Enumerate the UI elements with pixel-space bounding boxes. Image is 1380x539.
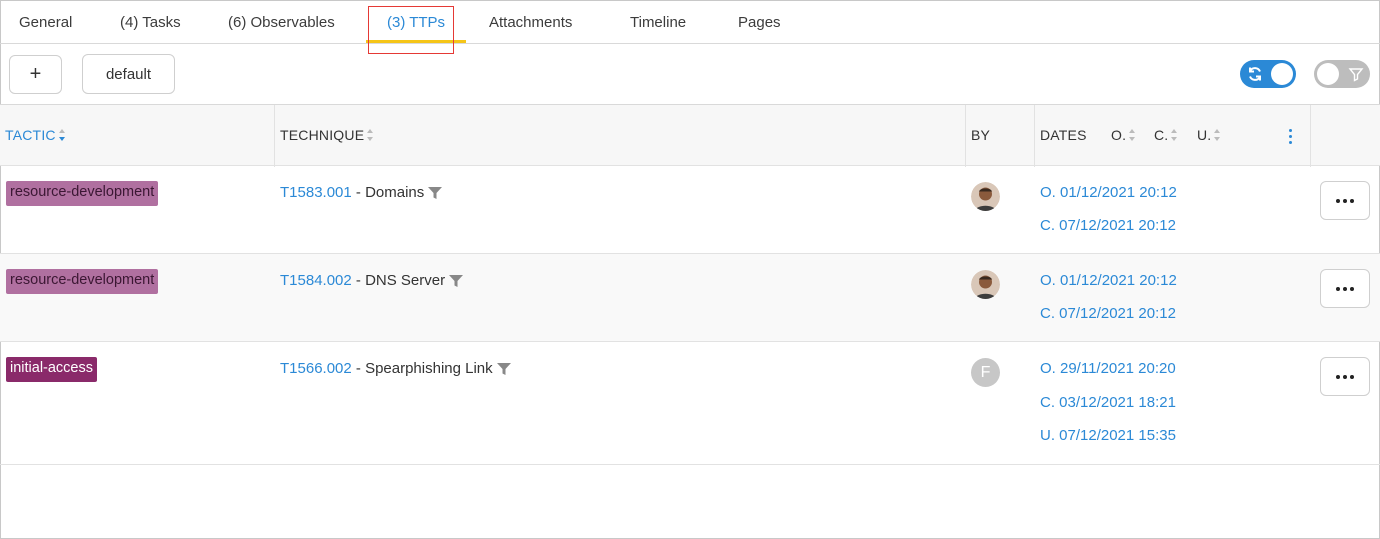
table-row: resource-development T1583.001 - Domains… <box>0 166 1380 254</box>
toggle-knob <box>1317 63 1339 85</box>
column-header-technique[interactable]: TECHNIQUE <box>280 127 374 143</box>
date-occurred-label: O. <box>1111 127 1127 143</box>
tactic-tag: initial-access <box>6 357 97 382</box>
technique-name: - DNS Server <box>351 272 446 289</box>
sort-icon <box>58 129 66 143</box>
column-options-icon[interactable] <box>1289 129 1293 147</box>
tab-highlight-box <box>368 6 454 54</box>
column-header-dates: DATES <box>1040 127 1087 143</box>
column-header-technique-label: TECHNIQUE <box>280 127 365 143</box>
table-row: resource-development T1584.002 - DNS Ser… <box>0 254 1380 342</box>
date-created: C. 07/12/2021 20:12 <box>1040 305 1176 322</box>
column-header-by: BY <box>971 127 991 143</box>
column-divider <box>1034 105 1035 167</box>
column-divider <box>1310 105 1311 167</box>
technique-cell: T1566.002 - Spearphishing Link <box>280 360 512 377</box>
tab-bar: General (4) Tasks (6) Observables (3) TT… <box>0 0 1380 44</box>
technique-cell: T1583.001 - Domains <box>280 184 443 201</box>
technique-cell: T1584.002 - DNS Server <box>280 272 464 289</box>
sort-icon <box>367 129 374 143</box>
avatar: F <box>971 358 1000 387</box>
tab-attachments[interactable]: Attachments <box>489 14 572 31</box>
tab-tasks[interactable]: (4) Tasks <box>120 14 181 31</box>
column-header-tactic-label: TACTIC <box>5 127 56 143</box>
date-occurred: O. 01/12/2021 20:12 <box>1040 272 1177 289</box>
toggle-knob <box>1271 63 1293 85</box>
column-header-date-occurred[interactable]: O. <box>1111 127 1136 143</box>
row-actions-button[interactable] <box>1320 269 1370 308</box>
tab-pages[interactable]: Pages <box>738 14 781 31</box>
row-actions-button[interactable] <box>1320 357 1370 396</box>
add-ttp-button[interactable]: + <box>9 55 62 94</box>
column-header-tactic[interactable]: TACTIC <box>5 127 66 143</box>
tactic-tag: resource-development <box>6 181 159 206</box>
date-occurred: O. 01/12/2021 20:12 <box>1040 184 1177 201</box>
column-divider <box>274 105 275 167</box>
column-header-date-updated[interactable]: U. <box>1197 127 1221 143</box>
date-created-label: C. <box>1154 127 1169 143</box>
column-divider <box>965 105 966 167</box>
technique-name: - Domains <box>351 184 425 201</box>
row-actions-button[interactable] <box>1320 181 1370 220</box>
date-updated: U. 07/12/2021 15:35 <box>1040 427 1176 444</box>
table-row: initial-access T1566.002 - Spearphishing… <box>0 342 1380 465</box>
default-view-button[interactable]: default <box>82 54 175 94</box>
tab-general[interactable]: General <box>19 14 72 31</box>
technique-id-link[interactable]: T1583.001 <box>280 184 352 201</box>
auto-refresh-toggle[interactable] <box>1240 60 1296 88</box>
tab-timeline[interactable]: Timeline <box>630 14 686 31</box>
date-updated-label: U. <box>1197 127 1212 143</box>
avatar <box>971 182 1000 211</box>
filter-toggle[interactable] <box>1314 60 1370 88</box>
technique-id-link[interactable]: T1584.002 <box>280 272 352 289</box>
filter-icon[interactable] <box>496 362 512 376</box>
tactic-tag: resource-development <box>6 269 159 294</box>
sort-icon <box>1214 129 1221 143</box>
sort-icon <box>1171 129 1178 143</box>
tab-observables[interactable]: (6) Observables <box>228 14 335 31</box>
refresh-icon <box>1249 67 1261 81</box>
filter-icon[interactable] <box>427 186 443 200</box>
date-created: C. 03/12/2021 18:21 <box>1040 394 1176 411</box>
date-occurred: O. 29/11/2021 20:20 <box>1040 360 1176 377</box>
filter-icon[interactable] <box>448 274 464 288</box>
date-created: C. 07/12/2021 20:12 <box>1040 217 1176 234</box>
technique-id-link[interactable]: T1566.002 <box>280 360 352 377</box>
avatar <box>971 270 1000 299</box>
column-header-date-created[interactable]: C. <box>1154 127 1178 143</box>
table-header: TACTIC TECHNIQUE BY DATES O. C. U. <box>0 104 1380 167</box>
technique-name: - Spearphishing Link <box>351 360 493 377</box>
sort-icon <box>1129 129 1136 143</box>
filter-icon <box>1348 68 1364 82</box>
